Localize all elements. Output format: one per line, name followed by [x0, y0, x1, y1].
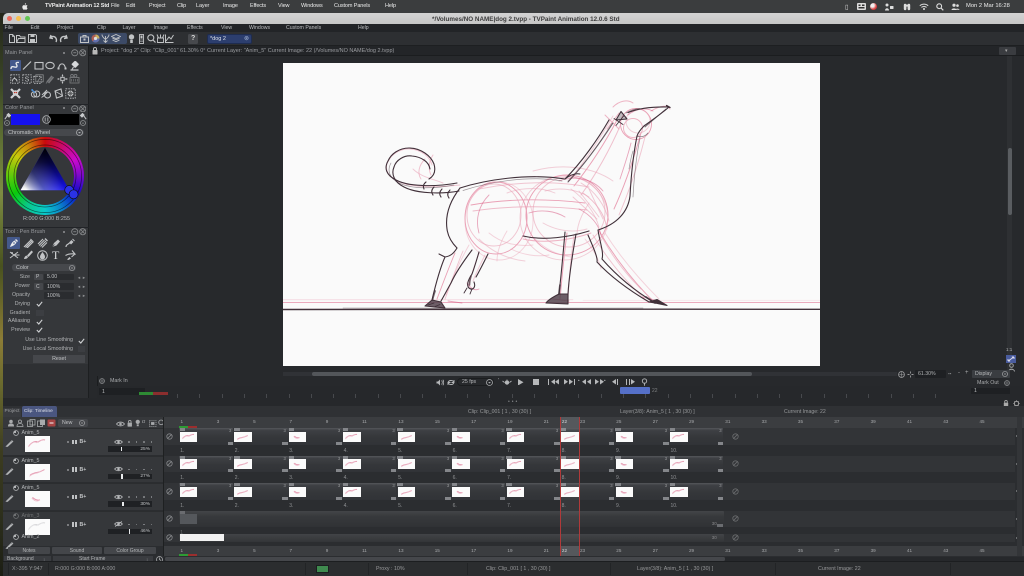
- svg-text:S: S: [24, 76, 29, 83]
